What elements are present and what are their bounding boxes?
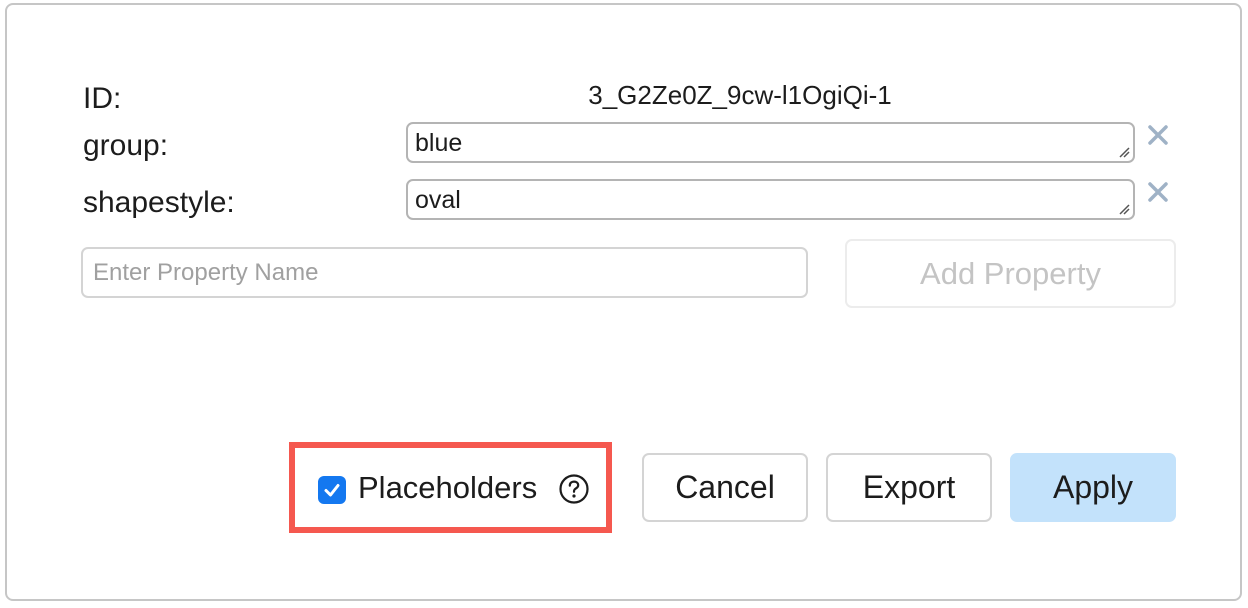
resize-grip-icon[interactable] — [1118, 146, 1130, 158]
add-property-button[interactable]: Add Property — [845, 239, 1176, 308]
property-name-group: group: — [83, 129, 169, 162]
property-name-shapestyle: shapestyle: — [83, 186, 235, 219]
placeholders-label[interactable]: Placeholders — [358, 470, 537, 506]
resize-grip-icon[interactable] — [1118, 203, 1130, 215]
property-name-input[interactable] — [81, 247, 808, 298]
id-value: 3_G2Ze0Z_9cw-l1OgiQi-1 — [588, 80, 892, 110]
remove-property-group-close-icon[interactable] — [1146, 123, 1170, 147]
apply-button[interactable]: Apply — [1010, 453, 1176, 522]
property-value-group-field[interactable]: blue — [406, 122, 1135, 163]
property-value-shapestyle-field[interactable]: oval — [406, 179, 1135, 220]
cancel-button[interactable]: Cancel — [642, 453, 808, 522]
help-question-circle-icon[interactable] — [558, 473, 590, 505]
placeholders-checkbox[interactable] — [318, 476, 346, 504]
id-label: ID: — [83, 82, 122, 115]
checkmark-icon — [324, 484, 340, 497]
property-value-shapestyle-text: oval — [415, 186, 461, 214]
remove-property-shapestyle-close-icon[interactable] — [1146, 180, 1170, 204]
export-button[interactable]: Export — [826, 453, 992, 522]
property-value-group-text: blue — [415, 129, 463, 157]
